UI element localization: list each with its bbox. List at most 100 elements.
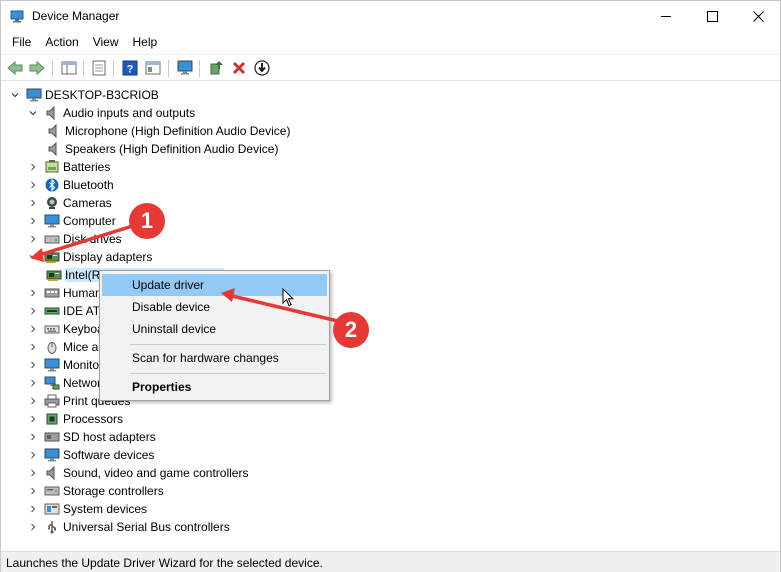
chevron-right-icon[interactable] <box>27 503 39 515</box>
ctx-uninstall-device[interactable]: Uninstall device <box>102 318 327 340</box>
enable-device-button[interactable] <box>253 59 271 77</box>
ctx-item-label: Update driver <box>132 278 205 292</box>
toolbar-separator <box>113 60 114 77</box>
category-bluetooth[interactable]: Bluetooth <box>27 176 114 194</box>
chevron-right-icon[interactable] <box>27 197 39 209</box>
category-sound-video-and-game-controllers[interactable]: Sound, video and game controllers <box>27 464 248 482</box>
tree-root-label: DESKTOP-B3CRIOB <box>45 88 159 102</box>
system-device-icon <box>44 501 60 517</box>
chevron-right-icon[interactable] <box>27 287 39 299</box>
category-processors[interactable]: Processors <box>27 410 123 428</box>
monitor-scan-icon <box>177 60 193 75</box>
tree-item-label: Bluetooth <box>63 178 114 192</box>
uninstall-toolbar-button[interactable] <box>230 59 248 77</box>
title-bar: Device Manager <box>1 1 780 32</box>
help-button[interactable]: ? <box>121 59 139 77</box>
monitor-icon <box>44 357 60 373</box>
annotation-badge-1: 1 <box>129 203 165 239</box>
ctx-item-label: Properties <box>132 380 192 394</box>
speaker-icon <box>44 465 60 481</box>
category-sd-host-adapters[interactable]: SD host adapters <box>27 428 156 446</box>
display-adapter-icon <box>46 267 62 283</box>
forward-button[interactable] <box>28 59 46 77</box>
forward-arrow-icon <box>29 61 45 75</box>
processor-icon <box>44 411 60 427</box>
svg-text:?: ? <box>127 64 134 76</box>
hid-icon <box>44 285 60 301</box>
chevron-down-icon[interactable] <box>27 107 39 119</box>
chevron-right-icon[interactable] <box>27 377 39 389</box>
display-adapter-icon <box>44 249 60 265</box>
chevron-right-icon[interactable] <box>27 215 39 227</box>
status-bar: Launches the Update Driver Wizard for th… <box>1 551 780 572</box>
tree-root[interactable]: DESKTOP-B3CRIOB <box>9 86 159 104</box>
maximize-icon <box>706 11 718 22</box>
category-disk-drives[interactable]: Disk drives <box>27 230 122 248</box>
category-computer[interactable]: Computer <box>27 212 116 230</box>
category-system-devices[interactable]: System devices <box>27 500 147 518</box>
chevron-down-icon[interactable] <box>27 251 39 263</box>
menu-help[interactable]: Help <box>126 32 165 54</box>
device-speakers-high-definition-audio-device[interactable]: Speakers (High Definition Audio Device) <box>46 140 278 158</box>
chevron-right-icon[interactable] <box>27 161 39 173</box>
tree-item-label: Disk drives <box>63 232 122 246</box>
menu-action[interactable]: Action <box>38 32 85 54</box>
computer-icon <box>26 87 42 103</box>
back-button[interactable] <box>6 59 24 77</box>
scan-hardware-button[interactable] <box>176 59 194 77</box>
category-batteries[interactable]: Batteries <box>27 158 110 176</box>
ctx-item-label: Scan for hardware changes <box>132 351 279 365</box>
chevron-right-icon[interactable] <box>27 359 39 371</box>
chevron-right-icon[interactable] <box>27 179 39 191</box>
chevron-right-icon[interactable] <box>27 233 39 245</box>
sd-card-icon <box>44 429 60 445</box>
status-text: Launches the Update Driver Wizard for th… <box>6 556 323 570</box>
chevron-right-icon[interactable] <box>27 521 39 533</box>
ide-icon <box>44 303 60 319</box>
update-driver-toolbar-button[interactable] <box>207 59 225 77</box>
close-button[interactable] <box>735 1 781 32</box>
category-universal-serial-bus-controllers[interactable]: Universal Serial Bus controllers <box>27 518 230 536</box>
chevron-right-icon[interactable] <box>27 323 39 335</box>
ctx-item-label: Disable device <box>132 300 211 314</box>
tree-item-label: Universal Serial Bus controllers <box>63 520 230 534</box>
category-software-devices[interactable]: Software devices <box>27 446 154 464</box>
properties-pane-button[interactable] <box>60 59 78 77</box>
menu-view[interactable]: View <box>86 32 126 54</box>
battery-icon <box>44 159 60 175</box>
chevron-right-icon[interactable] <box>27 485 39 497</box>
toolbar: ? <box>1 54 780 81</box>
minimize-button[interactable] <box>643 1 689 32</box>
chevron-right-icon[interactable] <box>27 395 39 407</box>
category-display-adapters[interactable]: Display adapters <box>27 248 152 266</box>
chevron-right-icon[interactable] <box>27 341 39 353</box>
menu-bar: File Action View Help <box>1 32 780 54</box>
category-monitors[interactable]: Monitors <box>27 356 109 374</box>
category-storage-controllers[interactable]: Storage controllers <box>27 482 164 500</box>
tree-item-label: Microphone (High Definition Audio Device… <box>65 124 291 138</box>
chevron-right-icon[interactable] <box>27 467 39 479</box>
annotation-badge-2: 2 <box>333 312 369 348</box>
network-icon <box>44 375 60 391</box>
ctx-properties[interactable]: Properties <box>102 376 327 398</box>
device-microphone-high-definition-audio-device[interactable]: Microphone (High Definition Audio Device… <box>46 122 290 140</box>
ctx-item-label: Uninstall device <box>132 322 217 336</box>
show-hide-button[interactable] <box>90 59 108 77</box>
chevron-right-icon[interactable] <box>27 449 39 461</box>
tree-item-label: SD host adapters <box>63 430 156 444</box>
tree-item-label: Cameras <box>63 196 112 210</box>
chevron-right-icon[interactable] <box>27 305 39 317</box>
menu-file[interactable]: File <box>5 32 38 54</box>
details-button[interactable] <box>144 59 162 77</box>
minimize-icon <box>660 16 671 17</box>
maximize-button[interactable] <box>689 1 735 32</box>
chevron-right-icon[interactable] <box>27 413 39 425</box>
chevron-right-icon[interactable] <box>27 431 39 443</box>
toolbar-separator <box>168 60 169 77</box>
ctx-scan-hardware[interactable]: Scan for hardware changes <box>102 347 327 369</box>
chevron-down-icon[interactable] <box>9 89 21 101</box>
tree-item-label: Audio inputs and outputs <box>63 106 196 120</box>
category-audio-inputs-and-outputs[interactable]: Audio inputs and outputs <box>27 104 195 122</box>
tree-item-label: Display adapters <box>63 250 153 264</box>
category-cameras[interactable]: Cameras <box>27 194 112 212</box>
